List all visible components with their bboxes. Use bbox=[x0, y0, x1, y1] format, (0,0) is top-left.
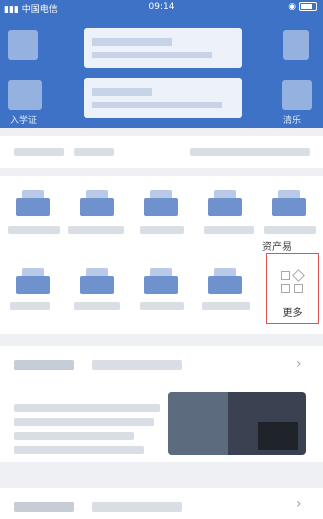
header-left-label: 入学证 bbox=[10, 116, 38, 126]
service-label bbox=[264, 226, 316, 234]
header-banner: 入学证 清乐 bbox=[0, 16, 323, 128]
service-icon[interactable] bbox=[80, 190, 114, 216]
news-section-subtitle bbox=[92, 360, 182, 370]
service-label bbox=[204, 226, 254, 234]
service-label bbox=[74, 302, 120, 310]
service-label-partial: 资产易 bbox=[262, 242, 292, 253]
service-label bbox=[68, 226, 124, 234]
scan-icon[interactable] bbox=[8, 30, 38, 60]
service-label bbox=[202, 302, 250, 310]
notice-bar[interactable] bbox=[0, 136, 323, 168]
service-label bbox=[8, 226, 60, 234]
card-icon[interactable] bbox=[8, 80, 42, 110]
service-icon[interactable] bbox=[144, 190, 178, 216]
service-icon[interactable] bbox=[144, 268, 178, 294]
battery-icon bbox=[299, 2, 317, 11]
qr-icon[interactable] bbox=[282, 80, 312, 110]
service-icon[interactable] bbox=[80, 268, 114, 294]
news-thumbnail[interactable] bbox=[168, 392, 306, 455]
bottom-section-title bbox=[14, 502, 74, 512]
status-bar: ▮▮▮ 中国电信 09:14 ◉ bbox=[0, 0, 323, 16]
header-card-bottom[interactable] bbox=[84, 78, 242, 118]
more-label: 更多 bbox=[282, 308, 303, 319]
more-button[interactable]: 更多 bbox=[266, 253, 319, 324]
service-label bbox=[140, 302, 184, 310]
chevron-right-icon[interactable]: › bbox=[296, 496, 302, 512]
news-section-title bbox=[14, 360, 74, 370]
bag-icon[interactable] bbox=[283, 30, 309, 60]
header-right-label: 清乐 bbox=[283, 116, 302, 126]
service-icon[interactable] bbox=[272, 190, 306, 216]
service-icon[interactable] bbox=[16, 190, 50, 216]
status-icons: ◉ bbox=[288, 2, 317, 12]
bottom-section[interactable]: › bbox=[0, 488, 323, 519]
service-icon[interactable] bbox=[16, 268, 50, 294]
service-icon[interactable] bbox=[208, 268, 242, 294]
clock: 09:14 bbox=[148, 2, 175, 12]
grid-apps-icon bbox=[281, 269, 305, 295]
header-card-top[interactable] bbox=[84, 28, 242, 68]
service-label bbox=[140, 226, 184, 234]
bottom-section-subtitle bbox=[92, 502, 182, 512]
service-label bbox=[10, 302, 50, 310]
service-icon[interactable] bbox=[208, 190, 242, 216]
location-icon: ◉ bbox=[288, 2, 297, 12]
chevron-right-icon[interactable]: › bbox=[296, 356, 302, 372]
